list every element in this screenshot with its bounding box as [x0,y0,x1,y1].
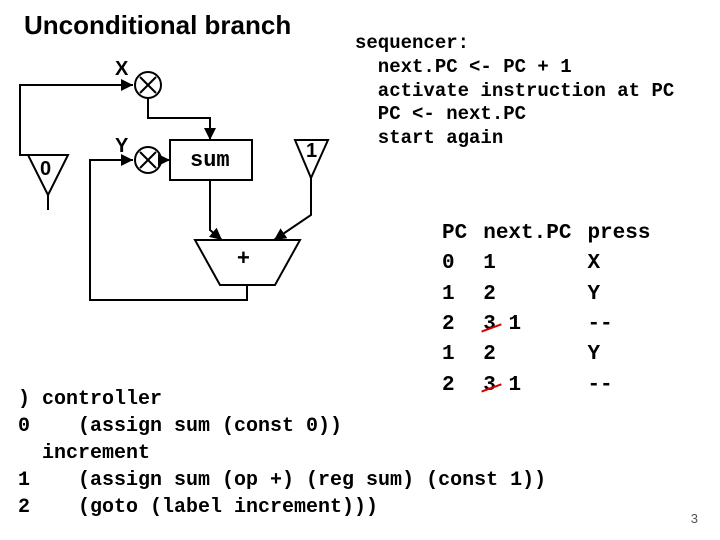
cell-pc: 2 [442,311,481,339]
seq-heading: sequencer: [355,32,469,54]
seq-l1: next.PC <- PC + 1 [355,56,572,78]
hdr-nextpc: next.PC [483,220,585,248]
seq-l2: activate instruction at PC [355,80,674,102]
table-header: PC next.PC press [442,220,664,248]
cell-next: 3 1 [483,311,585,339]
table-row: 0 1 X [442,250,664,278]
seq-l4: start again [355,127,503,149]
page-number: 3 [691,511,698,526]
cell-next: 2 [483,281,585,309]
code-line: increment [18,442,150,465]
cell-press: X [587,250,664,278]
code-line: 1 (assign sum (op +) (reg sum) (const 1)… [18,469,546,492]
code-line: ) controller [18,388,162,411]
code-line: 2 (goto (label increment))) [18,496,378,519]
adder-plus-label: + [237,245,250,271]
cell-press: Y [587,341,664,369]
cell-pc: 1 [442,281,481,309]
sequencer-pseudocode: sequencer: next.PC <- PC + 1 activate in… [355,32,674,151]
cell-pc: 0 [442,250,481,278]
table-row: 1 2 Y [442,281,664,309]
cell-press: -- [587,372,664,400]
table-row: 2 3 1 -- [442,311,664,339]
const-one-label: 1 [306,140,317,163]
hdr-pc: PC [442,220,481,248]
hdr-press: press [587,220,664,248]
const-zero-label: 0 [40,158,51,181]
table-row: 1 2 Y [442,341,664,369]
seq-l3: PC <- next.PC [355,103,526,125]
button-y-label: Y [115,135,128,158]
replacement-value: 1 [508,313,521,336]
button-x-label: X [115,58,128,81]
controller-code: ) controller 0 (assign sum (const 0)) in… [18,386,546,521]
register-sum-label: sum [190,148,230,173]
cell-pc: 1 [442,341,481,369]
cell-next: 1 [483,250,585,278]
cell-press: Y [587,281,664,309]
trace-table: PC next.PC press 0 1 X 1 2 Y 2 3 1 -- 1 … [440,218,666,402]
struck-value: 3 [483,311,496,339]
code-line: 0 (assign sum (const 0)) [18,415,342,438]
cell-next: 2 [483,341,585,369]
cell-press: -- [587,311,664,339]
